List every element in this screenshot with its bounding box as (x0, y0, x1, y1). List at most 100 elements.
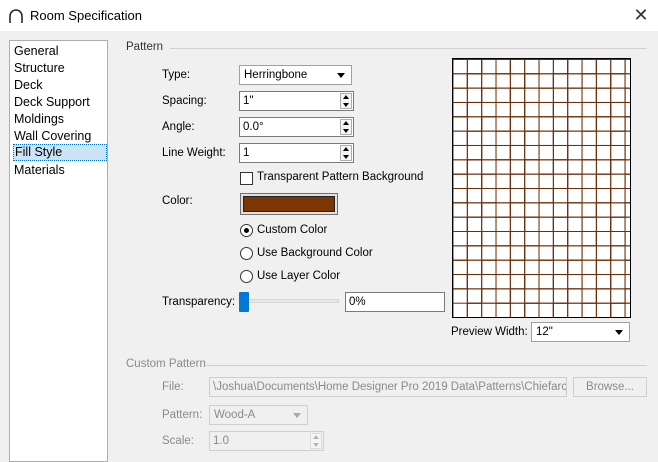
spin-down-icon[interactable] (343, 103, 349, 107)
pattern-tile (453, 188, 468, 204)
pattern-tile (610, 188, 630, 204)
pattern-tile (453, 101, 468, 118)
pattern-tile (610, 302, 626, 317)
spacing-spinner[interactable] (340, 93, 352, 109)
background-color-radio[interactable] (240, 247, 253, 260)
spin-down-icon[interactable] (343, 129, 349, 133)
pattern-tile (624, 259, 630, 276)
pattern-tile (453, 216, 468, 233)
pattern-tile (610, 245, 630, 261)
line-weight-spinner[interactable] (340, 145, 352, 161)
browse-button[interactable]: Browse... (573, 377, 647, 397)
line-weight-label: Line Weight: (162, 147, 226, 159)
chevron-down-icon (615, 330, 623, 335)
scale-value: 1.0 (213, 435, 229, 447)
close-icon[interactable]: ✕ (630, 4, 652, 26)
pattern-tile (624, 116, 630, 132)
transparent-background-checkbox[interactable] (240, 172, 253, 185)
pattern-tile (624, 288, 630, 304)
pattern-tile (453, 274, 468, 290)
scale-field[interactable]: 1.0 (209, 431, 324, 451)
type-dropdown-value: Herringbone (244, 69, 308, 81)
sidebar-item-moldings[interactable]: Moldings (13, 111, 107, 128)
color-picker-button[interactable] (240, 193, 338, 215)
line-weight-value: 1 (243, 147, 250, 159)
pattern-tile (552, 302, 569, 317)
pattern-tile (453, 130, 468, 146)
chevron-down-icon (293, 413, 301, 418)
transparency-slider-track[interactable] (246, 299, 339, 303)
pattern-tile (495, 302, 511, 317)
layer-color-label[interactable]: Use Layer Color (257, 270, 340, 282)
sidebar-item-fill-style[interactable]: Fill Style (13, 144, 107, 161)
line-weight-field[interactable]: 1 (239, 143, 354, 163)
chevron-down-icon (337, 73, 345, 78)
pattern-tile (624, 87, 630, 103)
pattern-tile (610, 73, 630, 89)
pattern-preview (452, 58, 631, 318)
pattern-tile (610, 101, 630, 118)
transparent-background-label[interactable]: Transparent Pattern Background (257, 171, 423, 183)
pattern-tile (481, 59, 497, 60)
pattern-tile (495, 59, 511, 75)
pattern-group-label: Pattern (126, 41, 164, 53)
pattern-tile (466, 59, 483, 75)
pattern-tile (624, 59, 630, 60)
sidebar-item-structure[interactable]: Structure (13, 60, 107, 77)
pattern-tile (552, 59, 569, 75)
pattern-tile (581, 59, 597, 75)
transparency-input[interactable]: 0% (345, 292, 445, 312)
custom-pattern-group-divider (206, 365, 647, 366)
transparency-slider-thumb[interactable] (239, 292, 249, 312)
file-path-input[interactable]: \Joshua\Documents\Home Designer Pro 2019… (209, 377, 567, 397)
custom-pattern-dropdown[interactable]: Wood-A (209, 405, 308, 425)
type-label: Type: (162, 69, 191, 81)
arch-icon (9, 9, 23, 23)
spin-down-icon[interactable] (313, 443, 319, 447)
layer-color-radio[interactable] (240, 270, 253, 283)
pattern-tile (610, 302, 630, 317)
pattern-tile (538, 59, 554, 60)
preview-width-value: 12" (536, 326, 553, 338)
pattern-tile (624, 202, 630, 218)
angle-spinner[interactable] (340, 119, 352, 135)
spin-up-icon[interactable] (313, 435, 319, 439)
sidebar-item-deck-support[interactable]: Deck Support (13, 94, 107, 111)
pattern-tile (524, 302, 540, 317)
spin-up-icon[interactable] (343, 121, 349, 125)
scale-label: Scale: (162, 435, 194, 447)
spacing-value: 1" (243, 95, 254, 107)
spacing-field[interactable]: 1" (239, 91, 354, 111)
scale-spinner[interactable] (310, 433, 322, 449)
pattern-tile (595, 59, 612, 60)
sidebar-item-materials[interactable]: Materials (13, 162, 107, 179)
pattern-tile (610, 59, 626, 75)
type-dropdown[interactable]: Herringbone (239, 65, 352, 85)
custom-color-radio[interactable] (240, 224, 253, 237)
category-list: General Structure Deck Deck Support Mold… (9, 40, 108, 462)
pattern-tile (453, 245, 468, 261)
pattern-tile (610, 159, 630, 175)
spin-down-icon[interactable] (343, 155, 349, 159)
transparency-label: Transparency: (162, 296, 236, 308)
custom-color-label[interactable]: Custom Color (257, 224, 327, 236)
angle-label: Angle: (162, 121, 195, 133)
spin-up-icon[interactable] (343, 147, 349, 151)
color-label: Color: (162, 195, 193, 207)
background-color-label[interactable]: Use Background Color (257, 247, 373, 259)
spin-up-icon[interactable] (343, 95, 349, 99)
pattern-tile (453, 73, 468, 89)
preview-width-label: Preview Width: (451, 326, 528, 338)
angle-field[interactable]: 0.0° (239, 117, 354, 137)
pattern-tile (466, 302, 483, 317)
pattern-tile (524, 59, 540, 75)
pattern-tile (509, 59, 526, 60)
sidebar-item-general[interactable]: General (13, 43, 107, 60)
pattern-tile (453, 59, 468, 60)
sidebar-item-deck[interactable]: Deck (13, 77, 107, 94)
preview-width-dropdown[interactable]: 12" (531, 322, 630, 342)
custom-pattern-group-label: Custom Pattern (126, 358, 206, 370)
sidebar-item-wall-covering[interactable]: Wall Covering (13, 128, 107, 145)
pattern-group-divider (170, 48, 647, 49)
pattern-tile (610, 216, 630, 233)
